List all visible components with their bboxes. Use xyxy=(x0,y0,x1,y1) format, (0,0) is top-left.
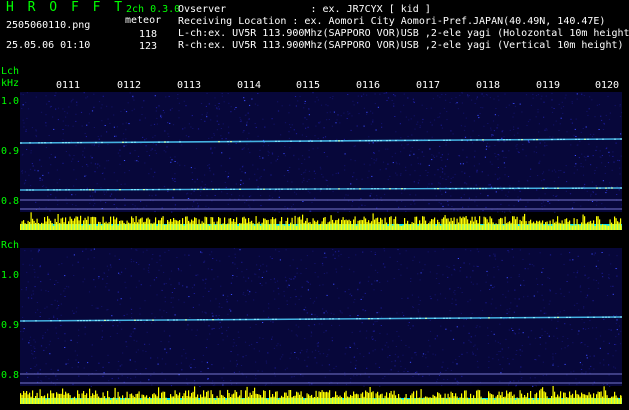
location-info: Receiving Location : ex. Aomori City Aom… xyxy=(178,16,606,27)
rch-tick-1-0: 1.0 xyxy=(1,270,20,281)
lch-spectrogram xyxy=(20,92,622,232)
time-label: 0115 xyxy=(296,80,321,91)
rch-spectrogram-graphics xyxy=(20,248,622,404)
lch-spectrogram-graphics xyxy=(20,92,622,230)
rch-tick-0-9: 0.9 xyxy=(1,320,20,331)
time-label: 0113 xyxy=(177,80,202,91)
time-label: 0116 xyxy=(356,80,381,91)
time-label: 0117 xyxy=(416,80,441,91)
lch-unit-label: kHz xyxy=(1,78,20,89)
app-title: H R O F F T xyxy=(6,0,126,15)
datetime-label: 25.05.06 01:10 xyxy=(6,40,91,51)
rch-level-bars xyxy=(20,386,622,404)
rch-meteor-count: 123 xyxy=(139,41,158,52)
time-label: 0119 xyxy=(536,80,561,91)
rch-config-info: R-ch:ex. UV5R 113.900Mhz(SAPPORO VOR)USB… xyxy=(178,40,624,51)
lch-config-info: L-ch:ex. UV5R 113.900Mhz(SAPPORO VOR)USB… xyxy=(178,28,629,39)
time-label: 0112 xyxy=(117,80,142,91)
lch-tick-0-9: 0.9 xyxy=(1,146,20,157)
rch-tick-0-8: 0.8 xyxy=(1,370,20,381)
lch-meteor-count: 118 xyxy=(139,29,158,40)
time-label: 0111 xyxy=(56,80,81,91)
lch-channel-label: Lch xyxy=(1,66,20,77)
lch-level-bars xyxy=(20,212,622,230)
lch-tick-0-8: 0.8 xyxy=(1,196,20,207)
time-label: 0120 xyxy=(595,80,620,91)
meteor-label: meteor xyxy=(125,15,162,26)
lch-noise xyxy=(20,92,622,213)
lch-tick-1-0: 1.0 xyxy=(1,96,20,107)
filename-label: 2505060110.png xyxy=(6,20,91,31)
observer-info: Ovserver : ex. JR7CYX [ kid ] xyxy=(178,4,431,15)
time-label: 0118 xyxy=(476,80,501,91)
rch-channel-label: Rch xyxy=(1,240,20,251)
rch-spectrogram xyxy=(20,248,622,406)
time-label: 0114 xyxy=(237,80,262,91)
